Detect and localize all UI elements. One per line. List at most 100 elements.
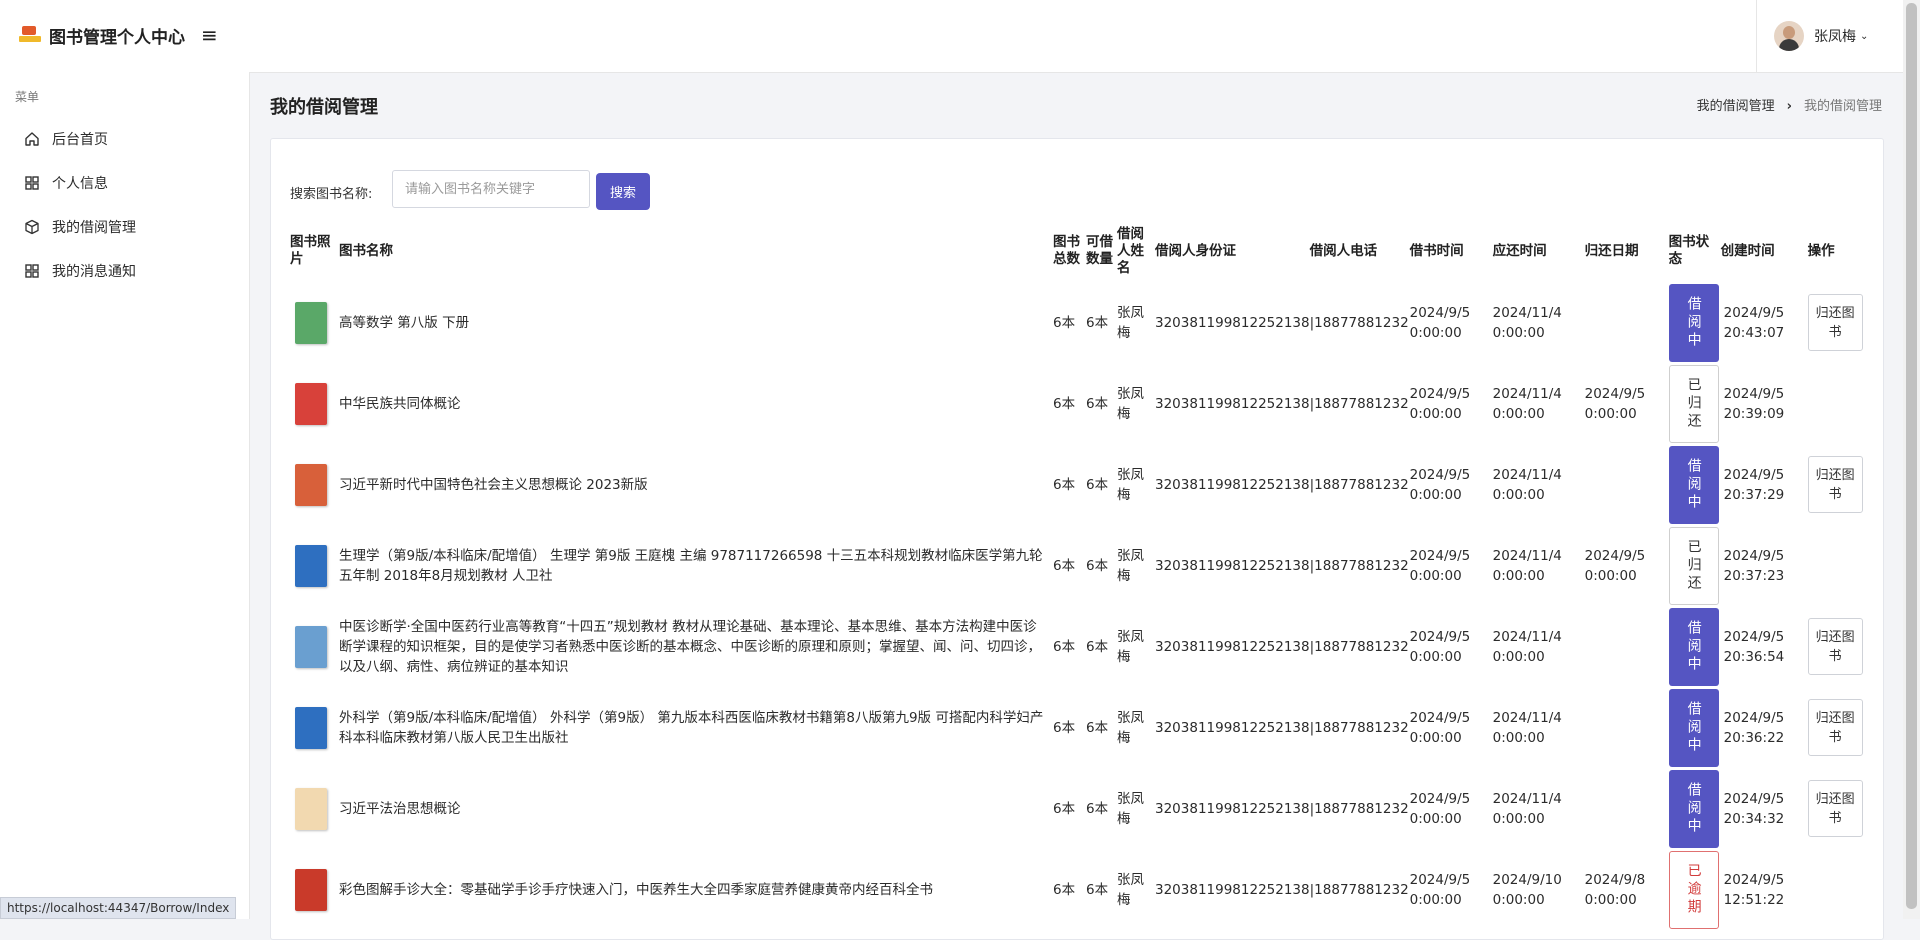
status-badge: 借阅中 <box>1668 688 1719 767</box>
table-row: 外科学（第9版/本科临床/配增值） 外科学（第9版） 第九版本科西医临床教材书籍… <box>290 687 1873 768</box>
col-header-created: 创建时间 <box>1720 242 1775 259</box>
col-header-available: 可借数量 <box>1086 234 1113 267</box>
sidebar-item-borrow[interactable]: 我的借阅管理 <box>0 205 249 249</box>
borrower-id-card: 320381199812252138 <box>1155 768 1310 849</box>
book-name: 外科学（第9版/本科临床/配增值） 外科学（第9版） 第九版本科西医临床教材书籍… <box>339 709 1044 746</box>
table-row: 中医诊断学·全国中医药行业高等教育“十四五”规划教材 教材从理论基础、基本理论、… <box>290 606 1873 687</box>
scrollbar-thumb[interactable] <box>1906 3 1917 909</box>
book-cover <box>290 703 336 753</box>
col-header-phone: 借阅人电话 <box>1309 242 1378 259</box>
borrower-name: 张凤梅 <box>1117 871 1144 908</box>
search-button[interactable]: 搜索 <box>596 173 650 210</box>
book-cover <box>290 865 336 915</box>
book-available: 6本 <box>1086 800 1109 817</box>
created-time: 2024/9/5 20:37:29 <box>1723 466 1785 503</box>
id-card-value: 320381199812252138 <box>1155 395 1310 412</box>
home-icon <box>25 132 39 146</box>
borrow-time: 2024/9/5 0:00:00 <box>1409 466 1471 503</box>
book-name: 习近平法治思想概论 <box>339 800 461 817</box>
book-total: 6本 <box>1053 395 1076 412</box>
book-available: 6本 <box>1086 314 1109 331</box>
borrower-id-card: 320381199812252138 <box>1155 282 1310 363</box>
return-book-button[interactable]: 归还图书 <box>1807 780 1863 837</box>
grid-icon <box>25 176 39 190</box>
phone-value: 18877881232 <box>1314 395 1409 412</box>
borrow-table: 图书照片 图书名称 图书总数 可借数量 借阅人姓名 借阅人身份证 借阅人电话 借… <box>290 220 1873 930</box>
book-total: 6本 <box>1053 719 1076 736</box>
return-book-button[interactable]: 归还图书 <box>1807 294 1863 351</box>
phone-value: 18877881232 <box>1314 557 1409 574</box>
status-badge: 借阅中 <box>1668 445 1719 524</box>
borrower-name: 张凤梅 <box>1117 628 1144 665</box>
borrower-name: 张凤梅 <box>1117 709 1144 746</box>
return-book-button[interactable]: 归还图书 <box>1807 699 1863 756</box>
col-header-name: 图书名称 <box>339 242 393 259</box>
due-time: 2024/11/4 0:00:00 <box>1492 466 1562 503</box>
phone-value: 18877881232 <box>1314 638 1409 655</box>
search-input[interactable] <box>392 170 590 208</box>
borrower-id-card: 320381199812252138 <box>1155 606 1310 687</box>
created-time: 2024/9/5 20:43:07 <box>1723 304 1785 341</box>
grid-icon <box>25 264 39 278</box>
sidebar-item-label: 个人信息 <box>52 176 108 192</box>
book-name: 中华民族共同体概论 <box>339 395 461 412</box>
col-header-photo: 图书照片 <box>290 234 331 267</box>
sidebar-item-profile[interactable]: 个人信息 <box>0 161 249 205</box>
due-time: 2024/11/4 0:00:00 <box>1492 385 1562 422</box>
table-header-row: 图书照片 图书名称 图书总数 可借数量 借阅人姓名 借阅人身份证 借阅人电话 借… <box>290 220 1873 282</box>
table-row: 高等数学 第八版 下册 6本 6本 张凤梅 320381199812252138 |188… <box>290 282 1873 363</box>
sidebar-item-label: 后台首页 <box>52 132 108 148</box>
id-card-value: 320381199812252138 <box>1155 557 1310 574</box>
return-book-button[interactable]: 归还图书 <box>1807 618 1863 675</box>
book-cover <box>290 460 336 510</box>
col-header-status: 图书状态 <box>1668 234 1710 267</box>
sidebar-item-label: 我的消息通知 <box>52 264 136 280</box>
book-total: 6本 <box>1053 800 1076 817</box>
chevron-right-icon: › <box>1786 99 1792 114</box>
status-badge: 已归还 <box>1668 526 1719 605</box>
sidebar-item-home[interactable]: 后台首页 <box>0 117 249 161</box>
borrow-time: 2024/9/5 0:00:00 <box>1409 709 1471 746</box>
book-name: 中医诊断学·全国中医药行业高等教育“十四五”规划教材 教材从理论基础、基本理论、… <box>339 618 1041 675</box>
due-time: 2024/11/4 0:00:00 <box>1492 709 1562 746</box>
chevron-down-icon: ⌄ <box>1860 30 1869 42</box>
borrow-time: 2024/9/5 0:00:00 <box>1409 385 1471 422</box>
book-cover <box>290 622 336 672</box>
table-row: 中华民族共同体概论 6本 6本 张凤梅 320381199812252138 |18877… <box>290 363 1873 444</box>
return-date: 2024/9/8 0:00:00 <box>1584 871 1646 908</box>
status-badge: 已归还 <box>1668 364 1719 443</box>
status-badge: 借阅中 <box>1668 283 1719 362</box>
book-available: 6本 <box>1086 476 1109 493</box>
scrollbar[interactable] <box>1903 0 1920 919</box>
return-date <box>1585 606 1669 687</box>
cube-icon <box>25 219 39 235</box>
sidebar-item-messages[interactable]: 我的消息通知 <box>0 249 249 293</box>
hamburger-menu-icon[interactable]: ≡ <box>201 23 218 47</box>
col-header-action: 操作 <box>1807 242 1835 259</box>
brand: 图书管理个人中心 ≡ <box>0 0 249 70</box>
id-card-value: 320381199812252138 <box>1155 719 1310 736</box>
breadcrumb-link[interactable]: 我的借阅管理 <box>1697 99 1775 114</box>
book-name: 生理学（第9版/本科临床/配增值） 生理学 第9版 王庭槐 主编 9787117… <box>339 547 1043 584</box>
status-badge: 借阅中 <box>1668 607 1719 686</box>
borrow-time: 2024/9/5 0:00:00 <box>1409 304 1471 341</box>
created-time: 2024/9/5 20:39:09 <box>1723 385 1785 422</box>
search-label: 搜索图书名称: <box>290 187 373 202</box>
book-cover <box>290 379 336 429</box>
borrower-phone: |18877881232 <box>1310 768 1410 849</box>
status-badge: 借阅中 <box>1668 769 1719 848</box>
borrower-phone: |18877881232 <box>1310 444 1410 525</box>
book-cover <box>290 784 336 834</box>
book-total: 6本 <box>1053 314 1076 331</box>
return-book-button[interactable]: 归还图书 <box>1807 456 1863 513</box>
app-logo <box>19 26 41 44</box>
user-menu[interactable]: 张凤梅 ⌄ <box>1756 0 1920 72</box>
app-title: 图书管理个人中心 <box>49 27 185 48</box>
avatar <box>1774 21 1804 51</box>
created-time: 2024/9/5 20:36:22 <box>1723 709 1785 746</box>
borrower-phone: |18877881232 <box>1310 282 1410 363</box>
phone-value: 18877881232 <box>1314 881 1409 898</box>
return-date: 2024/9/5 0:00:00 <box>1584 385 1646 422</box>
book-available: 6本 <box>1086 395 1109 412</box>
col-header-borrower: 借阅人姓名 <box>1117 225 1144 276</box>
